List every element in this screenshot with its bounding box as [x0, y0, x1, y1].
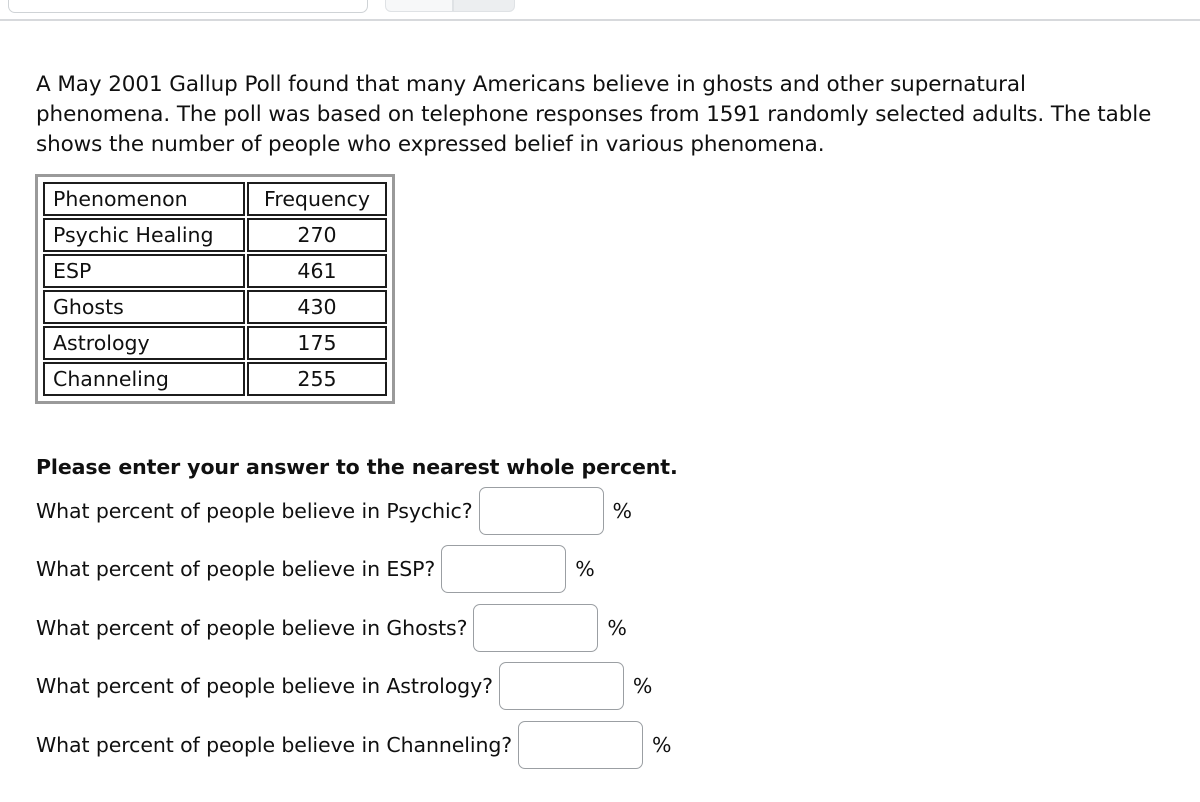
table-row: Channeling 255 [43, 362, 387, 396]
cell-frequency: 175 [247, 326, 387, 360]
header-divider [0, 19, 1200, 21]
answer-input-esp[interactable] [441, 545, 567, 593]
problem-statement: A May 2001 Gallup Poll found that many A… [36, 71, 1152, 157]
question-row-psychic: What percent of people believe in Psychi… [36, 487, 632, 535]
question-row-astrology: What percent of people believe in Astrol… [36, 662, 652, 710]
table-row: ESP 461 [43, 254, 387, 288]
question-label: What percent of people believe in ESP? [36, 557, 436, 581]
answer-input-astrology[interactable] [498, 662, 624, 710]
table-row: Ghosts 430 [43, 290, 387, 324]
cell-phenomenon: Channeling [43, 362, 245, 396]
header-phenomenon: Phenomenon [43, 182, 245, 216]
table-row: Psychic Healing 270 [43, 218, 387, 252]
question-label: What percent of people believe in Psychi… [36, 499, 473, 523]
header-frequency: Frequency [247, 182, 387, 216]
cell-frequency: 430 [247, 290, 387, 324]
percent-sign: % [632, 674, 653, 698]
question-row-esp: What percent of people believe in ESP? % [36, 545, 595, 593]
toolbar-button-right[interactable] [453, 0, 515, 12]
cell-phenomenon: Psychic Healing [43, 218, 245, 252]
cell-frequency: 270 [247, 218, 387, 252]
percent-sign: % [607, 616, 627, 640]
search-input[interactable] [8, 0, 368, 13]
answer-input-psychic[interactable] [478, 487, 604, 535]
cell-frequency: 461 [247, 254, 387, 288]
question-row-channeling: What percent of people believe in Channe… [36, 721, 672, 769]
cell-phenomenon: Astrology [43, 326, 245, 360]
question-label: What percent of people believe in Astrol… [36, 674, 493, 698]
answer-input-channeling[interactable] [518, 721, 644, 769]
cell-phenomenon: Ghosts [43, 290, 245, 324]
percent-sign: % [652, 733, 672, 757]
question-row-ghosts: What percent of people believe in Ghosts… [36, 604, 627, 652]
question-label: What percent of people believe in Ghosts… [36, 616, 468, 640]
frequency-table: Phenomenon Frequency Psychic Healing 270… [41, 180, 389, 398]
top-toolbar-strip [0, 0, 1200, 19]
toolbar-button-left[interactable] [385, 0, 453, 12]
instruction-text: Please enter your answer to the nearest … [36, 455, 678, 479]
answer-input-ghosts[interactable] [473, 604, 599, 652]
cell-frequency: 255 [247, 362, 387, 396]
table-header-row: Phenomenon Frequency [43, 182, 387, 216]
cell-phenomenon: ESP [43, 254, 245, 288]
table-row: Astrology 175 [43, 326, 387, 360]
percent-sign: % [575, 557, 595, 581]
frequency-table-frame: Phenomenon Frequency Psychic Healing 270… [35, 174, 395, 404]
percent-sign: % [612, 499, 632, 523]
question-label: What percent of people believe in Channe… [36, 733, 513, 757]
